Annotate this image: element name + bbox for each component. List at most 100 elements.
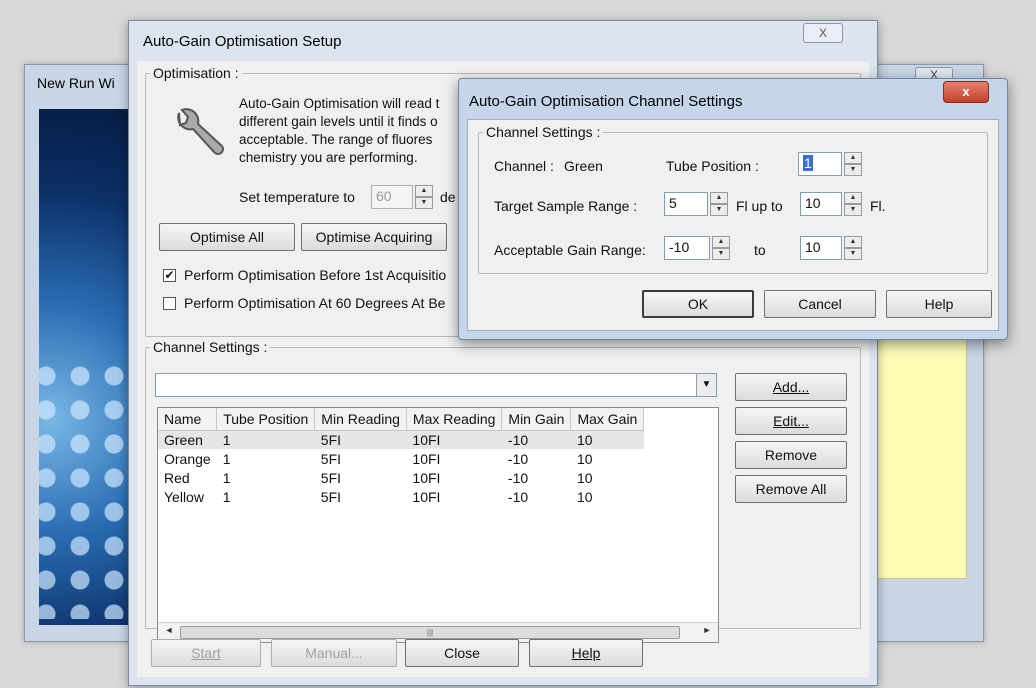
- channel-table: Name Tube Position Min Reading Max Readi…: [158, 408, 645, 506]
- tube-position-spinner[interactable]: 1 ▲ ▼: [798, 152, 862, 176]
- cell-max-reading: 10FI: [412, 450, 441, 467]
- cell-min-gain: -10: [507, 469, 529, 486]
- cell-min-reading: 5FI: [314, 430, 407, 449]
- start-button[interactable]: Start: [151, 639, 261, 667]
- optimise-all-button[interactable]: Optimise All: [159, 223, 295, 251]
- acceptable-gain-range-label: Acceptable Gain Range:: [494, 242, 646, 258]
- help-dialog-button[interactable]: Help: [886, 290, 992, 318]
- cell-name: Green: [158, 430, 217, 449]
- target-sample-range-label: Target Sample Range :: [494, 198, 638, 214]
- cell-max-gain: 10: [576, 450, 593, 467]
- fl-up-to-label: Fl up to: [736, 198, 783, 214]
- cell-min-reading: 5FI: [320, 469, 342, 486]
- channel-combo[interactable]: ▼: [155, 373, 717, 397]
- spin-up-icon[interactable]: ▲: [712, 236, 730, 248]
- channel-label: Channel :: [494, 158, 554, 174]
- target-max-input[interactable]: 10: [800, 192, 842, 216]
- col-min-gain[interactable]: Min Gain: [501, 408, 572, 431]
- temperature-input[interactable]: 60: [371, 185, 413, 209]
- add-channel-label: Add...: [772, 379, 810, 395]
- temperature-label: Set temperature to: [239, 189, 355, 205]
- spin-down-icon[interactable]: ▼: [844, 248, 862, 260]
- fl-unit-label: Fl.: [870, 198, 886, 214]
- spin-up-icon[interactable]: ▲: [415, 185, 433, 197]
- wizard-title: New Run Wi: [37, 75, 115, 91]
- scroll-thumb[interactable]: |||: [180, 626, 680, 639]
- cell-min-gain: -10: [501, 430, 571, 449]
- gain-max-spinner[interactable]: 10 ▲ ▼: [800, 236, 862, 260]
- wrench-icon: [177, 108, 224, 155]
- checkbox-checked-icon[interactable]: ✔: [163, 268, 176, 282]
- remove-channel-label: Remove: [764, 447, 818, 463]
- col-name[interactable]: Name: [158, 408, 218, 431]
- optimisation-legend: Optimisation :: [153, 65, 239, 81]
- cell-name: Orange: [164, 450, 211, 467]
- tube-position-label: Tube Position :: [666, 158, 759, 174]
- spin-down-icon[interactable]: ▼: [415, 197, 433, 209]
- channel-dialog-client: Channel Settings : Channel : Green Tube …: [467, 119, 999, 331]
- target-max-spinner[interactable]: 10 ▲ ▼: [800, 192, 862, 216]
- scroll-left-icon[interactable]: ◄: [162, 625, 176, 635]
- cell-max-gain: 10: [576, 469, 593, 486]
- spin-down-icon[interactable]: ▼: [710, 204, 728, 216]
- cell-tube: 1: [222, 450, 231, 467]
- optimise-before-acquisition-checkbox[interactable]: ✔ Perform Optimisation Before 1st Acquis…: [163, 267, 446, 283]
- scroll-right-icon[interactable]: ►: [700, 625, 714, 635]
- manual-button[interactable]: Manual...: [271, 639, 397, 667]
- close-label: Close: [444, 645, 480, 661]
- table-row[interactable]: Green 1 5FI 10FI -10 10: [158, 430, 644, 449]
- spin-up-icon[interactable]: ▲: [844, 192, 862, 204]
- optimise-at-60-checkbox[interactable]: Perform Optimisation At 60 Degrees At Be: [163, 295, 445, 311]
- channel-list[interactable]: Name Tube Position Min Reading Max Readi…: [157, 407, 719, 643]
- spin-down-icon[interactable]: ▼: [844, 164, 862, 176]
- checkbox-unchecked-icon[interactable]: [163, 296, 176, 310]
- cancel-button[interactable]: Cancel: [764, 290, 876, 318]
- spin-up-icon[interactable]: ▲: [844, 152, 862, 164]
- cell-max-reading: 10FI: [412, 469, 441, 486]
- spin-down-icon[interactable]: ▼: [844, 204, 862, 216]
- gain-min-input[interactable]: -10: [664, 236, 710, 260]
- edit-channel-label: Edit...: [773, 413, 809, 429]
- target-min-spinner[interactable]: 5 ▲ ▼: [664, 192, 728, 216]
- edit-channel-button[interactable]: Edit...: [735, 407, 847, 435]
- col-max-gain[interactable]: Max Gain: [570, 408, 645, 431]
- cell-max-gain: 10: [570, 430, 644, 449]
- col-min-reading[interactable]: Min Reading: [314, 408, 407, 431]
- cell-max-gain: 10: [576, 488, 593, 505]
- setup-dialog-title: Auto-Gain Optimisation Setup: [143, 33, 342, 50]
- spin-up-icon[interactable]: ▲: [710, 192, 728, 204]
- table-row[interactable]: Orange 1 5FI 10FI -10 10: [158, 449, 644, 468]
- spin-up-icon[interactable]: ▲: [844, 236, 862, 248]
- dropdown-arrow-icon[interactable]: ▼: [696, 374, 716, 396]
- gain-max-input[interactable]: 10: [800, 236, 842, 260]
- tube-position-input[interactable]: 1: [798, 152, 842, 176]
- col-max-reading[interactable]: Max Reading: [406, 408, 503, 431]
- col-tube-position[interactable]: Tube Position: [216, 408, 316, 431]
- temperature-spinner[interactable]: 60 ▲ ▼: [371, 185, 433, 209]
- ok-button[interactable]: OK: [642, 290, 754, 318]
- tube-position-value: 1: [803, 155, 813, 171]
- close-icon[interactable]: x: [943, 81, 989, 103]
- table-row[interactable]: Red 1 5FI 10FI -10 10: [158, 468, 644, 487]
- help-label: Help: [571, 645, 601, 661]
- close-button[interactable]: Close: [405, 639, 519, 667]
- degrees-label: de: [440, 189, 456, 205]
- optimise-acquiring-button[interactable]: Optimise Acquiring: [301, 223, 447, 251]
- help-button[interactable]: Help: [529, 639, 643, 667]
- add-channel-button[interactable]: Add...: [735, 373, 847, 401]
- optimise-before-acquisition-label: Perform Optimisation Before 1st Acquisit…: [184, 267, 447, 283]
- cell-name: Red: [164, 469, 190, 486]
- gain-min-spinner[interactable]: -10 ▲ ▼: [664, 236, 730, 260]
- remove-all-button[interactable]: Remove All: [735, 475, 847, 503]
- channel-settings-legend: Channel Settings :: [153, 339, 268, 355]
- cell-min-gain: -10: [507, 450, 529, 467]
- spin-down-icon[interactable]: ▼: [712, 248, 730, 260]
- cell-name: Yellow: [164, 488, 204, 505]
- table-row[interactable]: Yellow 1 5FI 10FI -10 10: [158, 487, 644, 506]
- to-label: to: [754, 242, 766, 258]
- target-min-input[interactable]: 5: [664, 192, 708, 216]
- table-header: Name Tube Position Min Reading Max Readi…: [158, 408, 645, 431]
- remove-channel-button[interactable]: Remove: [735, 441, 847, 469]
- setup-close-button[interactable]: X: [803, 23, 843, 43]
- cell-max-reading: 10FI: [412, 488, 441, 505]
